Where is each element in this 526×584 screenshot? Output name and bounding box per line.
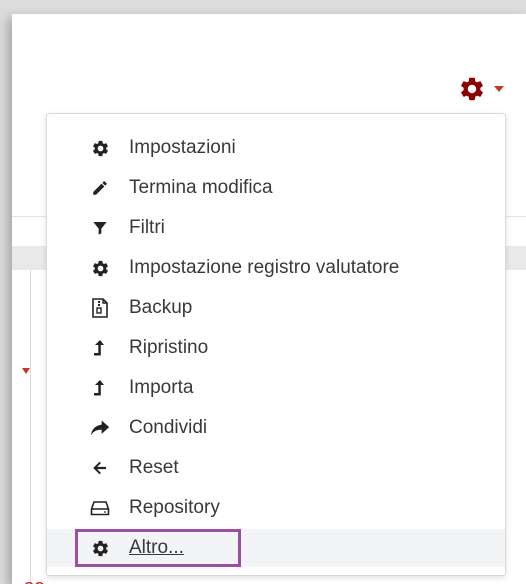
menu-item-importa[interactable]: Importa	[47, 369, 505, 407]
file-archive-icon	[89, 297, 111, 319]
menu-item-label: Impostazione registro valutatore	[129, 257, 400, 278]
menu-item-label: Termina modifica	[129, 177, 273, 198]
menu-item-impostazione-registro-valutatore[interactable]: Impostazione registro valutatore	[47, 249, 505, 287]
partial-link-text[interactable]: sa	[24, 576, 45, 584]
menu-item-backup[interactable]: Backup	[47, 289, 505, 327]
menu-item-label: Backup	[129, 297, 193, 318]
menu-item-label: Importa	[129, 377, 194, 398]
menu-item-condividi[interactable]: Condividi	[47, 409, 505, 447]
menu-item-label: Condividi	[129, 417, 208, 438]
caret-down-icon	[494, 86, 504, 92]
pencil-icon	[89, 177, 111, 199]
left-panel	[12, 270, 31, 584]
menu-item-altro[interactable]: Altro...	[47, 529, 505, 567]
filter-icon	[89, 217, 111, 239]
menu-item-ripristino[interactable]: Ripristino	[47, 329, 505, 367]
menu-item-label: Repository	[129, 497, 220, 518]
gear-icon	[458, 75, 486, 103]
upload-arrow-icon	[89, 337, 111, 359]
drive-icon	[89, 497, 111, 519]
menu-item-label: Impostazioni	[129, 137, 236, 158]
menu-item-impostazioni[interactable]: Impostazioni	[47, 129, 505, 167]
menu-item-reset[interactable]: Reset	[47, 449, 505, 487]
arrow-left-icon	[89, 457, 111, 479]
menu-item-repository[interactable]: Repository	[47, 489, 505, 527]
menu-item-label: Altro...	[129, 537, 184, 558]
gear-icon	[89, 537, 111, 559]
menu-item-label: Ripristino	[129, 337, 209, 358]
actions-dropdown-menu: Impostazioni Termina modifica Filtri Imp…	[46, 113, 506, 576]
caret-down-icon[interactable]	[22, 368, 30, 374]
screenshot-stage: sa Impostazioni Termina modifica	[0, 0, 526, 584]
actions-menu-toggle[interactable]	[458, 72, 522, 106]
page-window: sa Impostazioni Termina modifica	[12, 14, 526, 584]
menu-item-filtri[interactable]: Filtri	[47, 209, 505, 247]
menu-item-termina-modifica[interactable]: Termina modifica	[47, 169, 505, 207]
menu-item-label: Filtri	[129, 217, 165, 238]
menu-item-label: Reset	[129, 457, 179, 478]
gear-icon	[89, 137, 111, 159]
upload-arrow-icon	[89, 377, 111, 399]
share-icon	[89, 417, 111, 439]
gear-icon	[89, 257, 111, 279]
